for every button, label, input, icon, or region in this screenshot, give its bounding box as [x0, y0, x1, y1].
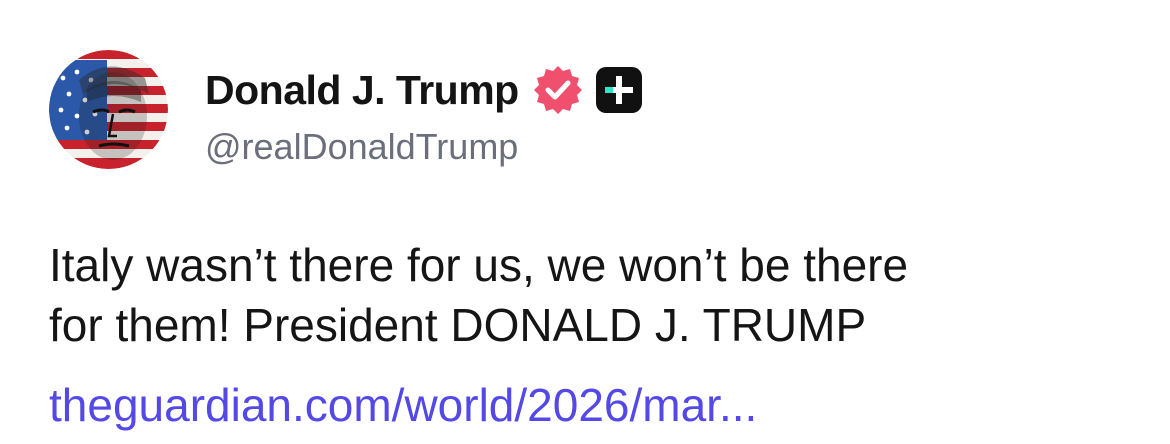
plus-badge-icon: [595, 67, 642, 113]
author-display-name[interactable]: Donald J. Trump: [205, 67, 519, 114]
post-card: Donald J. Trump @realDonaldTrump Italy w…: [0, 0, 1170, 444]
verified-badge-icon: [532, 64, 584, 116]
avatar-image: [49, 50, 168, 169]
post-text-line: for them! President DONALD J. TRUMP: [49, 299, 867, 351]
post-header: Donald J. Trump @realDonaldTrump: [205, 62, 642, 182]
author-handle[interactable]: @realDonaldTrump: [205, 126, 642, 168]
post-body: Italy wasn’t there for us, we won’t be t…: [49, 235, 1129, 355]
author-avatar[interactable]: [49, 50, 168, 169]
post-text-line: Italy wasn’t there for us, we won’t be t…: [49, 239, 909, 291]
article-link[interactable]: theguardian.com/world/2026/mar...: [49, 375, 757, 435]
name-row: Donald J. Trump: [205, 62, 642, 118]
